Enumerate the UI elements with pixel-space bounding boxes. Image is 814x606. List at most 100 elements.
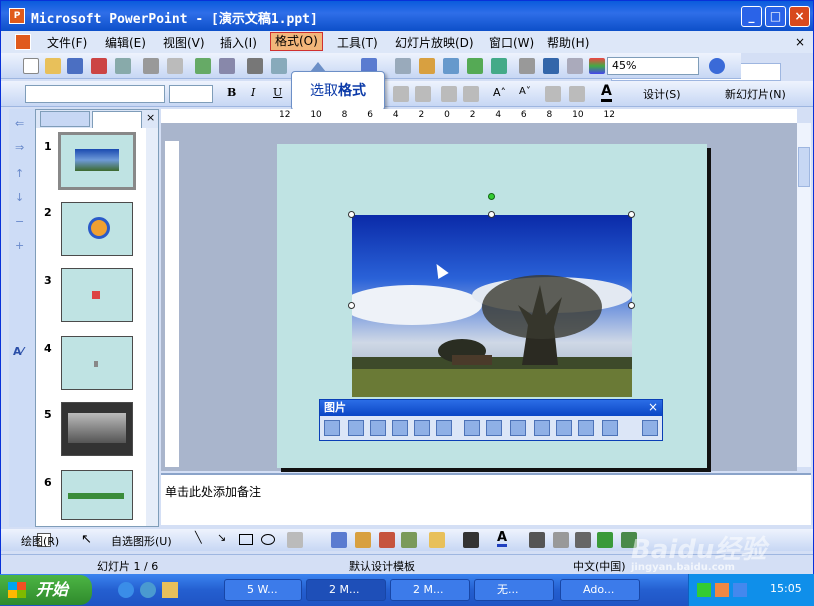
design-button[interactable]: 设计(S) xyxy=(643,86,681,102)
tree-photo[interactable] xyxy=(352,215,632,397)
oval-icon[interactable] xyxy=(261,534,275,545)
taskbar-item[interactable]: 2 M... xyxy=(306,579,386,601)
diagram-icon[interactable] xyxy=(355,532,371,548)
menu-tools[interactable]: 工具(T) xyxy=(337,34,378,51)
line-spacing-icon[interactable] xyxy=(415,86,431,102)
picture-toolbar-title[interactable]: 图片 xyxy=(320,400,662,416)
set-transparent-color-icon[interactable] xyxy=(602,420,618,436)
document-icon[interactable] xyxy=(15,34,31,50)
resize-handle[interactable] xyxy=(628,302,635,309)
save-icon[interactable] xyxy=(67,58,83,74)
tray-icon[interactable] xyxy=(715,583,729,597)
arrow-icon[interactable]: ↘ xyxy=(217,531,226,544)
taskbar-item[interactable]: 5 W... xyxy=(224,579,302,601)
menu-file[interactable]: 文件(F) xyxy=(47,34,87,51)
minimize-button[interactable]: _ xyxy=(741,6,762,27)
notes-placeholder[interactable]: 单击此处添加备注 xyxy=(165,483,261,500)
new-slide-button[interactable]: 新幻灯片(N) xyxy=(725,86,786,102)
less-brightness-icon[interactable] xyxy=(436,420,452,436)
print-preview-icon[interactable] xyxy=(167,58,183,74)
zoom-select[interactable]: 45% xyxy=(607,57,699,75)
taskbar-item[interactable]: 无... xyxy=(474,579,554,601)
resize-handle[interactable] xyxy=(348,302,355,309)
arrow-style-icon[interactable] xyxy=(575,532,591,548)
menu-view[interactable]: 视图(V) xyxy=(163,34,205,51)
increase-font-button[interactable]: A˄ xyxy=(493,86,506,99)
menu-help[interactable]: 帮助(H) xyxy=(547,34,589,51)
format-picture-icon[interactable] xyxy=(578,420,594,436)
new-icon[interactable] xyxy=(23,58,39,74)
autoshapes-menu[interactable]: 自选图形(U) xyxy=(111,533,172,549)
increase-indent-icon[interactable] xyxy=(569,86,585,102)
powerpoint-app-icon[interactable]: P xyxy=(9,8,25,24)
folder-quicklaunch-icon[interactable] xyxy=(162,582,178,598)
expand-icon[interactable] xyxy=(519,58,535,74)
textbox-icon[interactable] xyxy=(287,532,303,548)
menu-edit[interactable]: 编辑(E) xyxy=(105,34,146,51)
dash-style-icon[interactable] xyxy=(553,532,569,548)
draw-menu[interactable]: 绘图(R) xyxy=(21,533,59,549)
clipart-icon[interactable] xyxy=(379,532,395,548)
insert-picture-icon[interactable] xyxy=(324,420,340,436)
decrease-indent-icon[interactable] xyxy=(545,86,561,102)
recolor-icon[interactable] xyxy=(556,420,572,436)
show-formatting-icon[interactable]: A⁄ xyxy=(13,345,23,358)
maximize-button[interactable]: □ xyxy=(765,6,786,27)
resize-handle[interactable] xyxy=(488,211,495,218)
editor-scrollbar[interactable] xyxy=(797,123,811,467)
browser-quicklaunch-icon[interactable] xyxy=(140,582,156,598)
promote-icon[interactable]: ⇐ xyxy=(15,117,24,130)
close-button[interactable]: × xyxy=(789,6,810,27)
slide-thumbnail[interactable] xyxy=(61,470,133,520)
columns-icon[interactable] xyxy=(467,58,483,74)
menu-insert[interactable]: 插入(I) xyxy=(220,34,257,51)
email-icon[interactable] xyxy=(115,58,131,74)
permission-icon[interactable] xyxy=(91,58,107,74)
line-style-icon[interactable] xyxy=(529,532,545,548)
notes-pane[interactable]: 单击此处添加备注 xyxy=(161,473,811,525)
ie-quicklaunch-icon[interactable] xyxy=(118,582,134,598)
line-color-icon[interactable] xyxy=(463,532,479,548)
line-style-icon[interactable] xyxy=(510,420,526,436)
fill-color-icon[interactable] xyxy=(429,532,445,548)
numbering-icon[interactable] xyxy=(441,86,457,102)
collapse-icon[interactable]: − xyxy=(15,215,24,228)
taskbar-item[interactable]: Ado... xyxy=(560,579,640,601)
more-brightness-icon[interactable] xyxy=(414,420,430,436)
underline-button[interactable]: U xyxy=(273,86,282,99)
tray-icon[interactable] xyxy=(733,583,747,597)
crop-icon[interactable] xyxy=(464,420,480,436)
hyperlink-icon[interactable] xyxy=(491,58,507,74)
slide-thumbnail[interactable] xyxy=(61,268,133,322)
more-contrast-icon[interactable] xyxy=(370,420,386,436)
line-icon[interactable]: ╲ xyxy=(195,531,202,544)
rotate-left-icon[interactable] xyxy=(486,420,502,436)
research-icon[interactable] xyxy=(219,58,235,74)
rectangle-icon[interactable] xyxy=(239,534,253,545)
open-icon[interactable] xyxy=(45,58,61,74)
font-select[interactable] xyxy=(25,85,165,103)
menu-slideshow[interactable]: 幻灯片放映(D) xyxy=(395,34,474,51)
move-down-icon[interactable]: ↓ xyxy=(15,191,24,204)
print-icon[interactable] xyxy=(143,58,159,74)
scroll-thumb[interactable] xyxy=(798,147,810,187)
select-pointer-icon[interactable]: ↖ xyxy=(81,532,92,547)
tab-slides[interactable] xyxy=(92,111,142,128)
font-color-icon[interactable]: A xyxy=(497,531,508,547)
font-color-button[interactable]: A xyxy=(601,84,612,102)
compress-pictures-icon[interactable] xyxy=(534,420,550,436)
redo-icon[interactable] xyxy=(395,58,411,74)
demote-icon[interactable]: ⇒ xyxy=(15,141,24,154)
slide-thumbnail[interactable] xyxy=(61,336,133,390)
bold-button[interactable]: B xyxy=(227,86,236,99)
slide-thumbnail[interactable] xyxy=(58,132,136,190)
formatting-icon[interactable] xyxy=(543,58,559,74)
align-icon[interactable] xyxy=(393,86,409,102)
spelling-icon[interactable] xyxy=(195,58,211,74)
copy-icon[interactable] xyxy=(271,58,287,74)
chart-icon[interactable] xyxy=(419,58,435,74)
table-icon[interactable] xyxy=(443,58,459,74)
less-contrast-icon[interactable] xyxy=(392,420,408,436)
close-toolbar-icon[interactable]: × xyxy=(648,400,658,414)
picture-icon[interactable] xyxy=(401,532,417,548)
